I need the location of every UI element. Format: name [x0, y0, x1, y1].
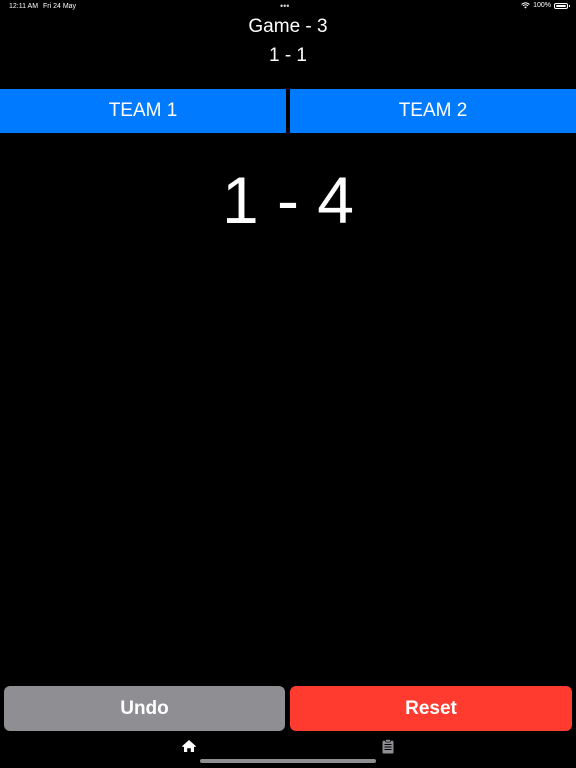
- app-screen: 12:11 AM Fri 24 May ••• 100% Game - 3 1 …: [0, 0, 576, 768]
- multitasking-dots[interactable]: •••: [280, 1, 289, 11]
- status-indicators: 100%: [521, 2, 570, 9]
- tab-bar: [0, 736, 576, 756]
- game-title: Game - 3: [248, 16, 328, 37]
- point-score: 1 - 4: [221, 163, 355, 237]
- reset-button[interactable]: Reset: [290, 686, 572, 731]
- status-bar: 12:11 AM Fri 24 May ••• 100%: [0, 0, 576, 14]
- team-1-button[interactable]: TEAM 1: [0, 89, 286, 133]
- status-date: Fri 24 May: [43, 3, 77, 10]
- battery-percent: 100%: [533, 2, 551, 9]
- battery-icon: [554, 2, 570, 9]
- games-score: 1 - 1: [268, 45, 308, 66]
- tab-scoreboard[interactable]: [378, 736, 398, 756]
- clipboard-icon: [382, 738, 394, 753]
- status-time: 12:11 AM: [9, 3, 39, 10]
- tab-home[interactable]: [179, 736, 199, 756]
- home-icon: [182, 740, 196, 752]
- home-indicator[interactable]: [200, 759, 376, 763]
- wifi-icon: [521, 2, 530, 9]
- team-2-button[interactable]: TEAM 2: [290, 89, 576, 133]
- undo-button[interactable]: Undo: [4, 686, 285, 731]
